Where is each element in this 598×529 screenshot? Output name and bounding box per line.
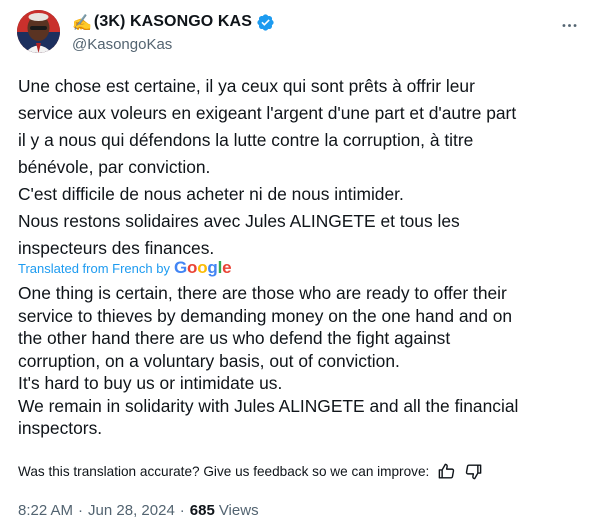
translated-line: One thing is certain, there are those wh… [18,283,507,303]
views-count: 685 [189,501,215,519]
tweet-translated-text: One thing is certain, there are those wh… [18,282,584,440]
thumbs-down-icon[interactable] [464,462,483,481]
meta-separator: · [179,501,185,519]
translated-from-link[interactable]: Translated from French by [18,261,170,276]
views-label: Views [218,501,259,519]
original-line: il y a nous qui défendons la lutte contr… [18,130,474,150]
more-horizontal-icon [562,23,576,27]
author-display-name[interactable]: (3K) KASONGO KAS [94,13,252,31]
original-line: Nous restons solidaires avec Jules ALING… [18,211,460,231]
writing-hand-emoji: ✍️ [72,12,92,32]
original-line: C'est difficile de nous acheter ni de no… [18,184,404,204]
verified-badge-icon[interactable] [256,13,275,32]
translation-attribution: Translated from French by Google [18,258,232,278]
meta-separator: · [78,501,84,519]
original-line: service aux voleurs en exigeant l'argent… [18,103,517,123]
original-line: Une chose est certaine, il ya ceux qui s… [18,76,475,96]
tweet-meta: 8:22 AM · Jun 28, 2024 · 685 Views [18,500,259,520]
tweet: ✍️ (3K) KASONGO KAS @KasongoKas Une chos… [0,0,598,529]
feedback-prompt: Was this translation accurate? Give us f… [18,463,430,479]
google-logo: Google [173,258,232,277]
original-line: bénévole, par conviction. [18,157,211,177]
translated-line: service to thieves by demanding money on… [18,305,513,326]
translated-line: the other hand there are us who defend t… [18,328,451,348]
translated-line: It's hard to buy us or intimidate us. [18,373,283,393]
translated-line: inspectors. [18,418,103,438]
translated-line: We remain in solidarity with Jules ALING… [18,395,519,416]
tweet-original-text: Une chose est certaine, il ya ceux qui s… [18,73,584,262]
avatar-image [17,10,60,53]
author-block: ✍️ (3K) KASONGO KAS @KasongoKas [72,11,275,53]
translation-feedback: Was this translation accurate? Give us f… [18,461,483,481]
more-options-button[interactable] [556,14,582,36]
tweet-date[interactable]: Jun 28, 2024 [88,502,175,519]
thumbs-up-icon[interactable] [437,462,456,481]
translated-line: corruption, on a voluntary basis, out of… [18,350,400,371]
avatar[interactable] [17,10,60,53]
author-handle[interactable]: @KasongoKas [72,36,275,53]
tweet-time[interactable]: 8:22 AM [18,502,73,519]
author-name-row[interactable]: ✍️ (3K) KASONGO KAS [72,11,275,33]
